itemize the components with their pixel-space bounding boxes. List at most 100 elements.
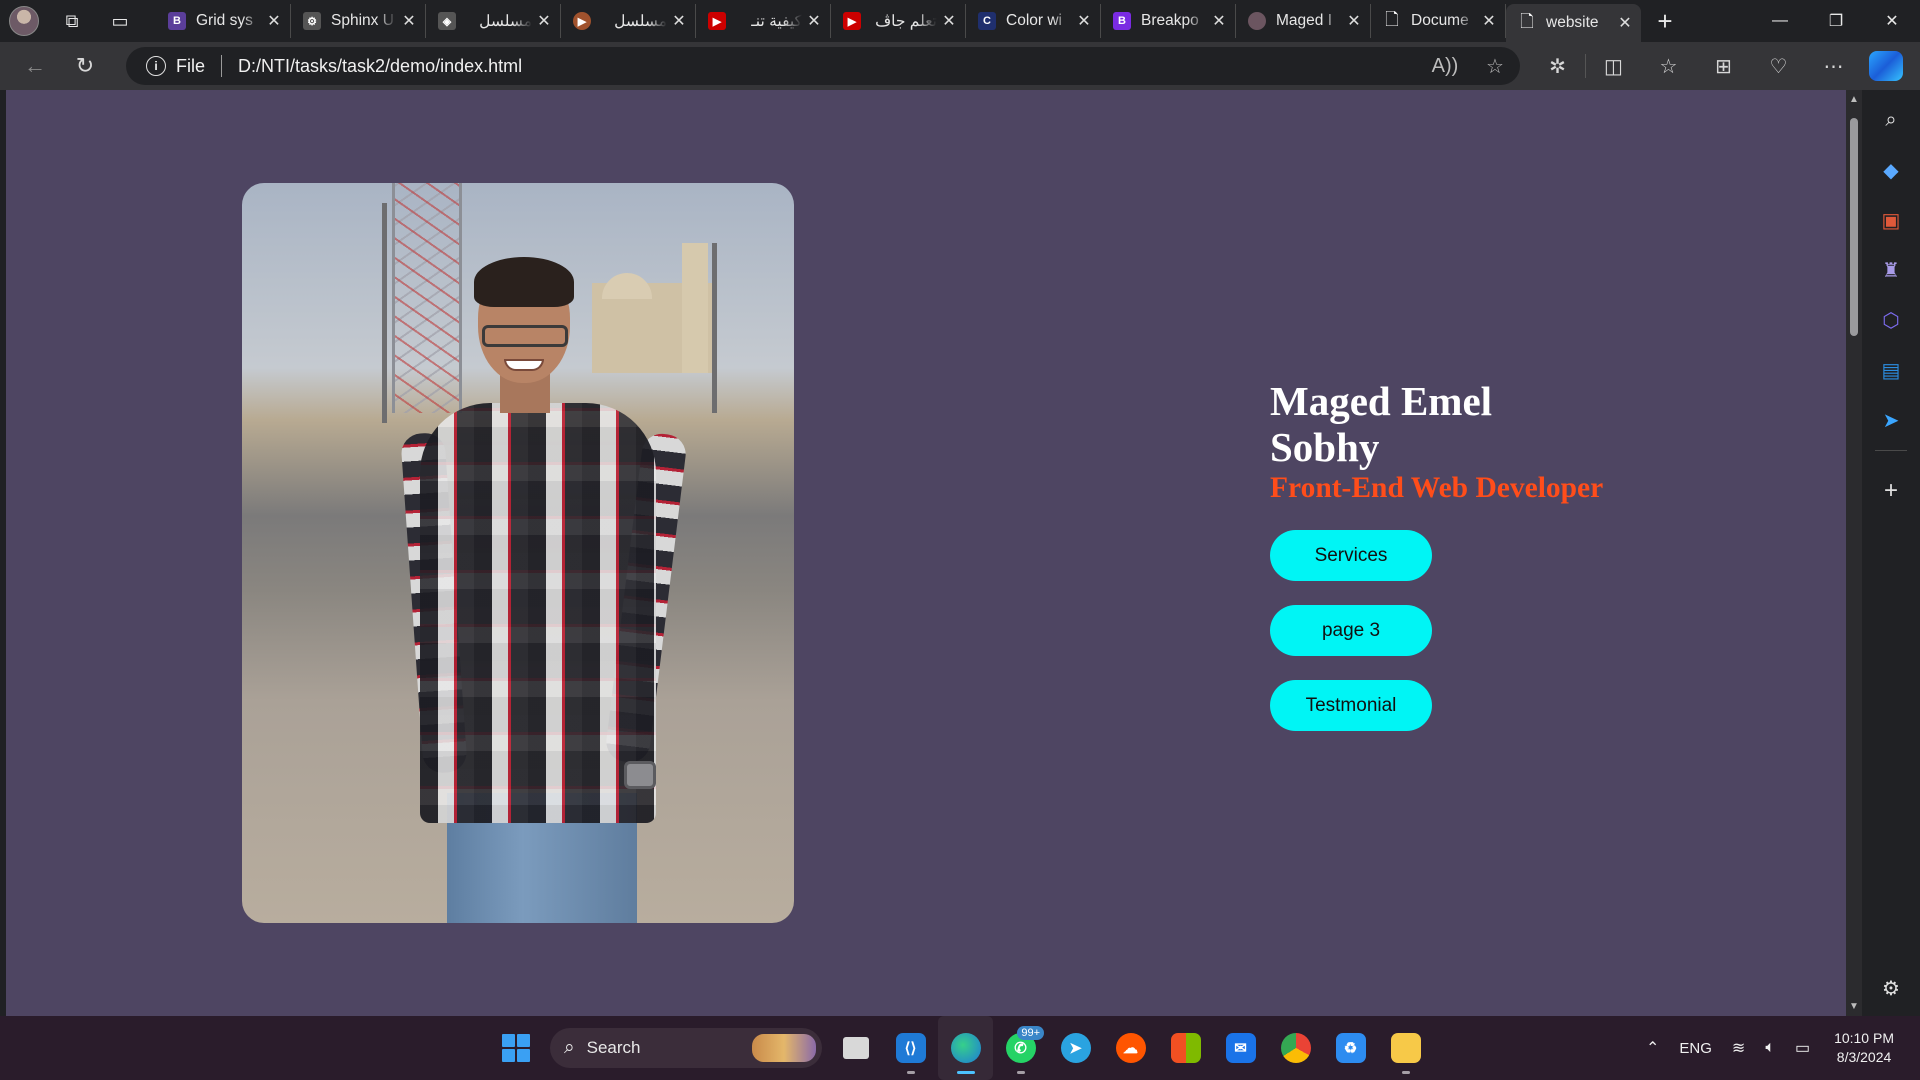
tab[interactable]: 🗋 Docume ✕ [1371,4,1506,38]
minimize-button[interactable]: — [1752,0,1808,42]
file-explorer-icon[interactable] [1378,1016,1433,1080]
tab-close-icon[interactable]: ✕ [806,11,822,31]
copilot-icon[interactable] [1869,51,1903,81]
microsoft-store-icon[interactable] [1158,1016,1213,1080]
telegram-icon[interactable]: ➤ [1048,1016,1103,1080]
document-icon: 🗋 [1385,9,1399,29]
games-icon[interactable]: ♜ [1871,250,1911,290]
toolbar-actions: ✲ ◫ ☆ ⊞ ♡ ⋯ [1530,42,1903,90]
chrome-icon[interactable] [1268,1016,1323,1080]
whatsapp-icon[interactable]: ✆ 99+ [993,1016,1048,1080]
soundcloud-icon[interactable]: ☁ [1103,1016,1158,1080]
read-aloud-icon[interactable]: A)) [1420,47,1470,85]
testimonial-button[interactable]: Testmonial [1270,680,1432,731]
split-screen-icon[interactable]: ◫ [1586,42,1641,90]
tab[interactable]: C Color wi ✕ [966,4,1101,38]
developer-name: Maged Emel Sobhy [1270,378,1493,470]
profile-button[interactable] [0,0,48,42]
hero-text: Maged Emel Sobhy Front-End Web Developer… [1270,378,1690,731]
tab-title: مسلسل [614,12,667,30]
settings-gear-icon[interactable]: ⚙ [1871,968,1911,1008]
page-viewport: Maged Emel Sobhy Front-End Web Developer… [6,90,1846,1016]
tab[interactable]: B Grid sys ✕ [156,4,291,38]
tab-active[interactable]: 🗋 website ✕ [1506,4,1641,42]
tab-close-icon[interactable]: ✕ [266,11,282,31]
photo-pole [712,243,717,413]
tab-title: Sphinx U [331,12,394,29]
tab-close-icon[interactable]: ✕ [941,11,957,31]
address-separator [221,55,223,77]
tab-close-icon[interactable]: ✕ [1617,13,1633,33]
tab[interactable]: ▶ تعلم جاڤ ✕ [831,4,966,38]
tab-favicon-icon: ⚙ [303,12,321,30]
back-button[interactable]: ← [10,46,60,86]
tools-icon[interactable]: ▣ [1871,200,1911,240]
tab-title: Docume [1411,12,1469,29]
mail-icon[interactable]: ✉ [1213,1016,1268,1080]
photo-pole [382,203,387,423]
language-indicator[interactable]: ENG [1679,1040,1712,1057]
tab[interactable]: ⚙ Sphinx U ✕ [291,4,426,38]
browser-essentials-icon[interactable]: ♡ [1751,42,1806,90]
tab[interactable]: ◈ مسلسل ✕ [426,4,561,38]
collections-icon[interactable]: ⊞ [1696,42,1751,90]
tab-close-icon[interactable]: ✕ [401,11,417,31]
workspaces-icon[interactable]: ⧉ [48,0,96,42]
tab-title: Grid sys [196,12,253,29]
more-menu-icon[interactable]: ⋯ [1806,42,1861,90]
favorite-star-icon[interactable]: ☆ [1470,47,1520,85]
photo-building [602,273,652,299]
tab-close-icon[interactable]: ✕ [1211,11,1227,31]
profile-photo [242,183,794,923]
tab-favicon-icon: ▶ [573,12,591,30]
address-bar[interactable]: i File D:/NTI/tasks/task2/demo/index.htm… [126,47,1520,85]
tab-close-icon[interactable]: ✕ [1076,11,1092,31]
new-tab-button[interactable]: + [1641,0,1689,42]
taskbar-search[interactable]: ⌕ Search [550,1028,822,1068]
scroll-down-icon[interactable]: ▼ [1846,1001,1862,1012]
extensions-icon[interactable]: ✲ [1530,42,1585,90]
url-text[interactable]: D:/NTI/tasks/task2/demo/index.html [238,56,522,77]
edge-sidebar: ⌕ ◆ ▣ ♜ ⬡ ▤ ➤ + ⚙ [1862,90,1920,1016]
refresh-button[interactable]: ↻ [60,46,110,86]
system-clock[interactable]: 10:10 PM 8/3/2024 [1834,1029,1894,1067]
battery-icon[interactable]: ▭ [1795,1038,1810,1058]
page-scrollbar[interactable]: ▲ ▼ [1846,90,1862,1016]
tab[interactable]: ▶ مسلسل ✕ [561,4,696,38]
wifi-icon[interactable]: ≋ [1732,1038,1745,1058]
page-3-button[interactable]: page 3 [1270,605,1432,656]
site-info-icon[interactable]: i [146,56,166,76]
recycle-app-icon[interactable]: ♻ [1323,1016,1378,1080]
tab[interactable]: ▶ كيفية تنـ ✕ [696,4,831,38]
shopping-tag-icon[interactable]: ◆ [1871,150,1911,190]
clock-time: 10:10 PM [1834,1030,1894,1046]
tab-close-icon[interactable]: ✕ [536,11,552,31]
close-window-button[interactable]: ✕ [1864,0,1920,42]
search-icon[interactable]: ⌕ [1871,100,1911,140]
tab-close-icon[interactable]: ✕ [671,11,687,31]
url-scheme-label: File [176,55,206,76]
running-indicator [1401,1071,1410,1074]
tray-overflow-icon[interactable]: ⌃ [1646,1038,1659,1058]
restore-button[interactable]: ❐ [1808,0,1864,42]
edge-icon[interactable] [938,1016,993,1080]
tab[interactable]: B Breakpo ✕ [1101,4,1236,38]
tab-actions-icon[interactable]: ▭ [96,0,144,42]
scrollbar-thumb[interactable] [1850,118,1858,336]
services-button[interactable]: Services [1270,530,1432,581]
tab-close-icon[interactable]: ✕ [1346,11,1362,31]
tab-title: Color wi [1006,12,1062,29]
volume-icon[interactable]: 🔈︎ [1765,1039,1775,1057]
outlook-icon[interactable]: ▤ [1871,350,1911,390]
scroll-up-icon[interactable]: ▲ [1846,94,1862,105]
microsoft-365-icon[interactable]: ⬡ [1871,300,1911,340]
task-view-icon[interactable] [828,1016,883,1080]
add-sidebar-app-icon[interactable]: + [1871,471,1911,511]
vscode-icon[interactable]: ⟨⟩ [883,1016,938,1080]
tab-close-icon[interactable]: ✕ [1481,11,1497,31]
drop-icon[interactable]: ➤ [1871,400,1911,440]
photo-watch [624,761,656,789]
favorites-icon[interactable]: ☆ [1641,42,1696,90]
tab[interactable]: Maged I ✕ [1236,4,1371,38]
start-button[interactable] [502,1034,530,1062]
